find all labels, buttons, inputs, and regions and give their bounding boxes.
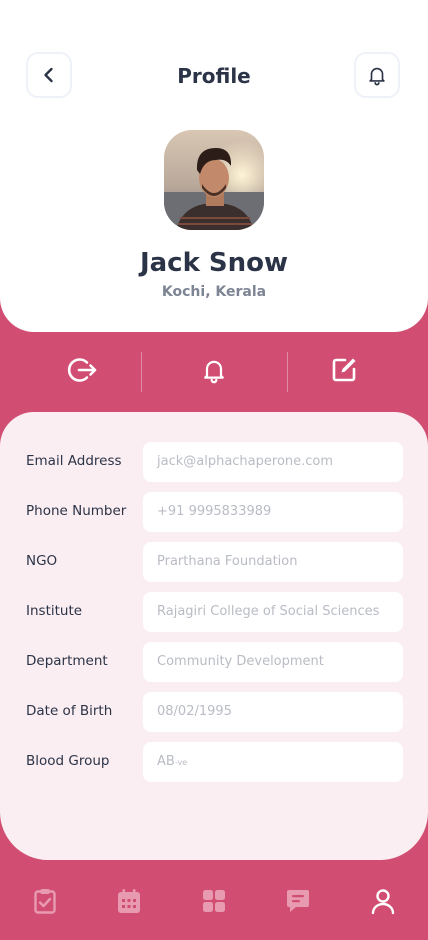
profile-header-card: Profile Jack Snow Kochi, Kerala (0, 0, 428, 332)
field-label: Blood Group (26, 753, 110, 769)
notification-button[interactable] (354, 52, 400, 98)
field-label: Email Address (26, 453, 122, 469)
field-label: Date of Birth (26, 703, 113, 719)
profile-location: Kochi, Kerala (161, 284, 267, 300)
date-of-birth-field[interactable]: 08/02/1995 (143, 692, 403, 732)
blood-group-value: AB (157, 754, 175, 769)
field-row-department: Department Community Development (0, 642, 428, 682)
field-row-blood-group: Blood Group AB-ve (0, 742, 428, 782)
field-label: Department (26, 653, 108, 669)
edit-icon (332, 358, 356, 382)
department-field[interactable]: Community Development (143, 642, 403, 682)
bottom-nav (0, 860, 428, 940)
logout-button[interactable] (63, 350, 103, 390)
nav-tasks[interactable] (28, 884, 62, 918)
notifications-action-button[interactable] (194, 350, 234, 390)
blood-group-field[interactable]: AB-ve (143, 742, 403, 782)
phone-field[interactable]: +91 9995833989 (143, 492, 403, 532)
institute-field[interactable]: Rajagiri College of Social Sciences (143, 592, 403, 632)
field-label: Phone Number (26, 503, 127, 519)
calendar-icon (118, 889, 140, 913)
field-label: Institute (26, 603, 83, 619)
edit-profile-button[interactable] (324, 350, 364, 390)
avatar (164, 130, 264, 230)
field-row-phone: Phone Number +91 9995833989 (0, 492, 428, 532)
field-row-institute: Institute Rajagiri College of Social Sci… (0, 592, 428, 632)
clipboard-check-icon (34, 889, 56, 914)
nav-profile[interactable] (366, 884, 400, 918)
field-label: NGO (26, 553, 58, 569)
field-row-ngo: NGO Prarthana Foundation (0, 542, 428, 582)
field-row-dob: Date of Birth 08/02/1995 (0, 692, 428, 732)
ngo-field[interactable]: Prarthana Foundation (143, 542, 403, 582)
profile-actions (0, 332, 428, 412)
nav-dashboard[interactable] (197, 884, 231, 918)
bell-icon (369, 67, 385, 86)
nav-messages[interactable] (281, 884, 315, 918)
bell-icon (204, 360, 224, 384)
profile-details-panel: Email Address jack@alphachaperone.com Ph… (0, 412, 428, 860)
blood-group-suffix: -ve (174, 758, 188, 767)
action-divider (141, 352, 142, 392)
logout-icon (67, 358, 97, 382)
field-row-email: Email Address jack@alphachaperone.com (0, 442, 428, 482)
grid-icon (203, 890, 225, 912)
user-icon (371, 889, 395, 915)
profile-name: Jack Snow (139, 248, 289, 278)
chat-icon (287, 890, 309, 912)
action-divider (287, 352, 288, 392)
email-field[interactable]: jack@alphachaperone.com (143, 442, 403, 482)
nav-calendar[interactable] (112, 884, 146, 918)
